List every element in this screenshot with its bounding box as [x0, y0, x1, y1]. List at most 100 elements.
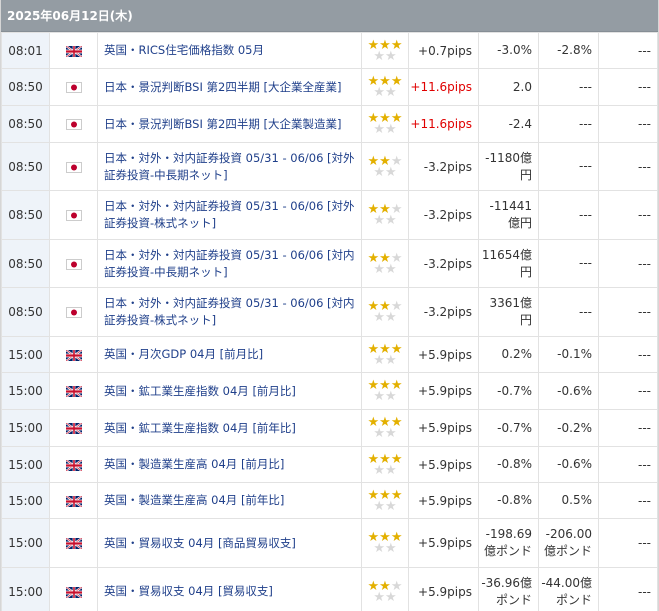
forecast-value: --- — [538, 239, 599, 288]
forecast-value: --- — [538, 190, 599, 240]
pips-change: +0.7pips — [408, 32, 479, 69]
event-name-link[interactable]: 日本・対外・対内証券投資 05/31 - 06/06 [対外証券投資-株式ネット… — [97, 190, 362, 240]
actual-value: 2.0 — [478, 68, 539, 106]
pips-change: +5.9pips — [408, 372, 479, 410]
event-time: 08:50 — [1, 239, 50, 288]
table-row: 15:00 英国・製造業生産高 04月 [前月比] ★★★ ★★ +5.9pips -0.… — [1, 446, 658, 483]
jp-flag-icon — [65, 117, 82, 131]
importance-stars: ★★★ ★★ — [361, 287, 409, 337]
event-time: 15:00 — [1, 372, 50, 410]
pips-change: -3.2pips — [408, 239, 479, 288]
previous-value: --- — [598, 336, 658, 373]
country-flag-cell — [49, 372, 98, 410]
event-name-link[interactable]: 英国・貿易収支 04月 [商品貿易収支] — [97, 518, 362, 568]
actual-value: -1180億円 — [478, 142, 539, 191]
previous-value: --- — [598, 482, 658, 519]
actual-value: -198.69億ポンド — [478, 518, 539, 568]
importance-stars: ★★★ ★★ — [361, 68, 409, 106]
previous-value: --- — [598, 32, 658, 69]
previous-value: --- — [598, 190, 658, 240]
previous-value: --- — [598, 68, 658, 106]
event-name-link[interactable]: 英国・製造業生産高 04月 [前年比] — [97, 482, 362, 519]
event-time: 08:50 — [1, 190, 50, 240]
jp-flag-icon — [65, 160, 82, 174]
uk-flag-icon — [65, 585, 82, 599]
forecast-value: -2.8% — [538, 32, 599, 69]
event-name-link[interactable]: 日本・対外・対内証券投資 05/31 - 06/06 [対外証券投資-中長期ネッ… — [97, 142, 362, 191]
country-flag-cell — [49, 190, 98, 240]
event-name-link[interactable]: 日本・対外・対内証券投資 05/31 - 06/06 [対内証券投資-中長期ネッ… — [97, 239, 362, 288]
star-icon: ★ — [385, 498, 397, 514]
event-name-link[interactable]: 日本・景況判断BSI 第2四半期 [大企業全産業] — [97, 68, 362, 106]
table-row: 15:00 英国・鉱工業生産指数 04月 [前月比] ★★★ ★★ +5.9pips -0… — [1, 372, 658, 410]
star-icon: ★ — [373, 213, 385, 228]
forecast-value: -0.6% — [538, 372, 599, 410]
event-time: 15:00 — [1, 446, 50, 483]
actual-value: 0.2% — [478, 336, 539, 373]
actual-value: -0.8% — [478, 482, 539, 519]
event-time: 08:01 — [1, 32, 50, 69]
star-icon: ★ — [373, 310, 385, 325]
forecast-value: -0.6% — [538, 446, 599, 483]
star-icon: ★ — [385, 589, 397, 605]
country-flag-cell — [49, 518, 98, 568]
forecast-value: 0.5% — [538, 482, 599, 519]
event-name-link[interactable]: 英国・製造業生産高 04月 [前月比] — [97, 446, 362, 483]
event-name-link[interactable]: 英国・RICS住宅価格指数 05月 — [97, 32, 362, 69]
event-name-link[interactable]: 日本・対外・対内証券投資 05/31 - 06/06 [対内証券投資-株式ネット… — [97, 287, 362, 337]
events-table: 08:01 英国・RICS住宅価格指数 05月 ★★★ ★★ +0.7pips -3.0%… — [1, 32, 658, 611]
country-flag-cell — [49, 239, 98, 288]
event-name-link[interactable]: 日本・景況判断BSI 第2四半期 [大企業製造業] — [97, 105, 362, 143]
importance-stars: ★★★ ★★ — [361, 567, 409, 611]
actual-value: -0.8% — [478, 446, 539, 483]
star-icon: ★ — [373, 541, 385, 556]
actual-value: -0.7% — [478, 372, 539, 410]
star-icon: ★ — [373, 122, 385, 137]
country-flag-cell — [49, 409, 98, 447]
importance-stars: ★★★ ★★ — [361, 336, 409, 373]
pips-change: +5.9pips — [408, 446, 479, 483]
importance-stars: ★★★ ★★ — [361, 105, 409, 143]
actual-value: -3.0% — [478, 32, 539, 69]
pips-change: +11.6pips — [408, 68, 479, 106]
event-time: 15:00 — [1, 518, 50, 568]
event-time: 08:50 — [1, 105, 50, 143]
uk-flag-icon — [65, 348, 82, 362]
country-flag-cell — [49, 567, 98, 611]
star-icon: ★ — [373, 589, 385, 605]
date-header: 2025年06月12日(木) — [1, 0, 658, 32]
table-row: 08:50 日本・対外・対内証券投資 05/31 - 06/06 [対内証券投資-… — [1, 287, 658, 337]
star-icon: ★ — [385, 122, 397, 137]
table-row: 08:50 日本・対外・対内証券投資 05/31 - 06/06 [対内証券投資-… — [1, 239, 658, 288]
event-name-link[interactable]: 英国・鉱工業生産指数 04月 [前月比] — [97, 372, 362, 410]
star-icon: ★ — [385, 261, 397, 277]
actual-value: -2.4 — [478, 105, 539, 143]
pips-change: +11.6pips — [408, 105, 479, 143]
star-icon: ★ — [373, 48, 385, 64]
uk-flag-icon — [65, 44, 82, 58]
event-name-link[interactable]: 英国・月次GDP 04月 [前月比] — [97, 336, 362, 373]
uk-flag-icon — [65, 421, 82, 435]
event-name-link[interactable]: 英国・鉱工業生産指数 04月 [前年比] — [97, 409, 362, 447]
forecast-value: --- — [538, 142, 599, 191]
actual-value: -36.96億ポンド — [478, 567, 539, 611]
pips-change: +5.9pips — [408, 518, 479, 568]
event-time: 15:00 — [1, 336, 50, 373]
uk-flag-icon — [65, 494, 82, 508]
country-flag-cell — [49, 68, 98, 106]
previous-value: --- — [598, 409, 658, 447]
pips-change: +5.9pips — [408, 409, 479, 447]
star-icon: ★ — [385, 164, 397, 180]
event-name-link[interactable]: 英国・貿易収支 04月 [貿易収支] — [97, 567, 362, 611]
country-flag-cell — [49, 287, 98, 337]
event-time: 15:00 — [1, 567, 50, 611]
event-time: 15:00 — [1, 482, 50, 519]
star-icon: ★ — [385, 213, 397, 228]
forecast-value: -44.00億ポンド — [538, 567, 599, 611]
pips-change: -3.2pips — [408, 142, 479, 191]
country-flag-cell — [49, 446, 98, 483]
actual-value: 11654億円 — [478, 239, 539, 288]
star-icon: ★ — [373, 426, 385, 441]
previous-value: --- — [598, 105, 658, 143]
table-row: 08:01 英国・RICS住宅価格指数 05月 ★★★ ★★ +0.7pips -3.0%… — [1, 32, 658, 69]
